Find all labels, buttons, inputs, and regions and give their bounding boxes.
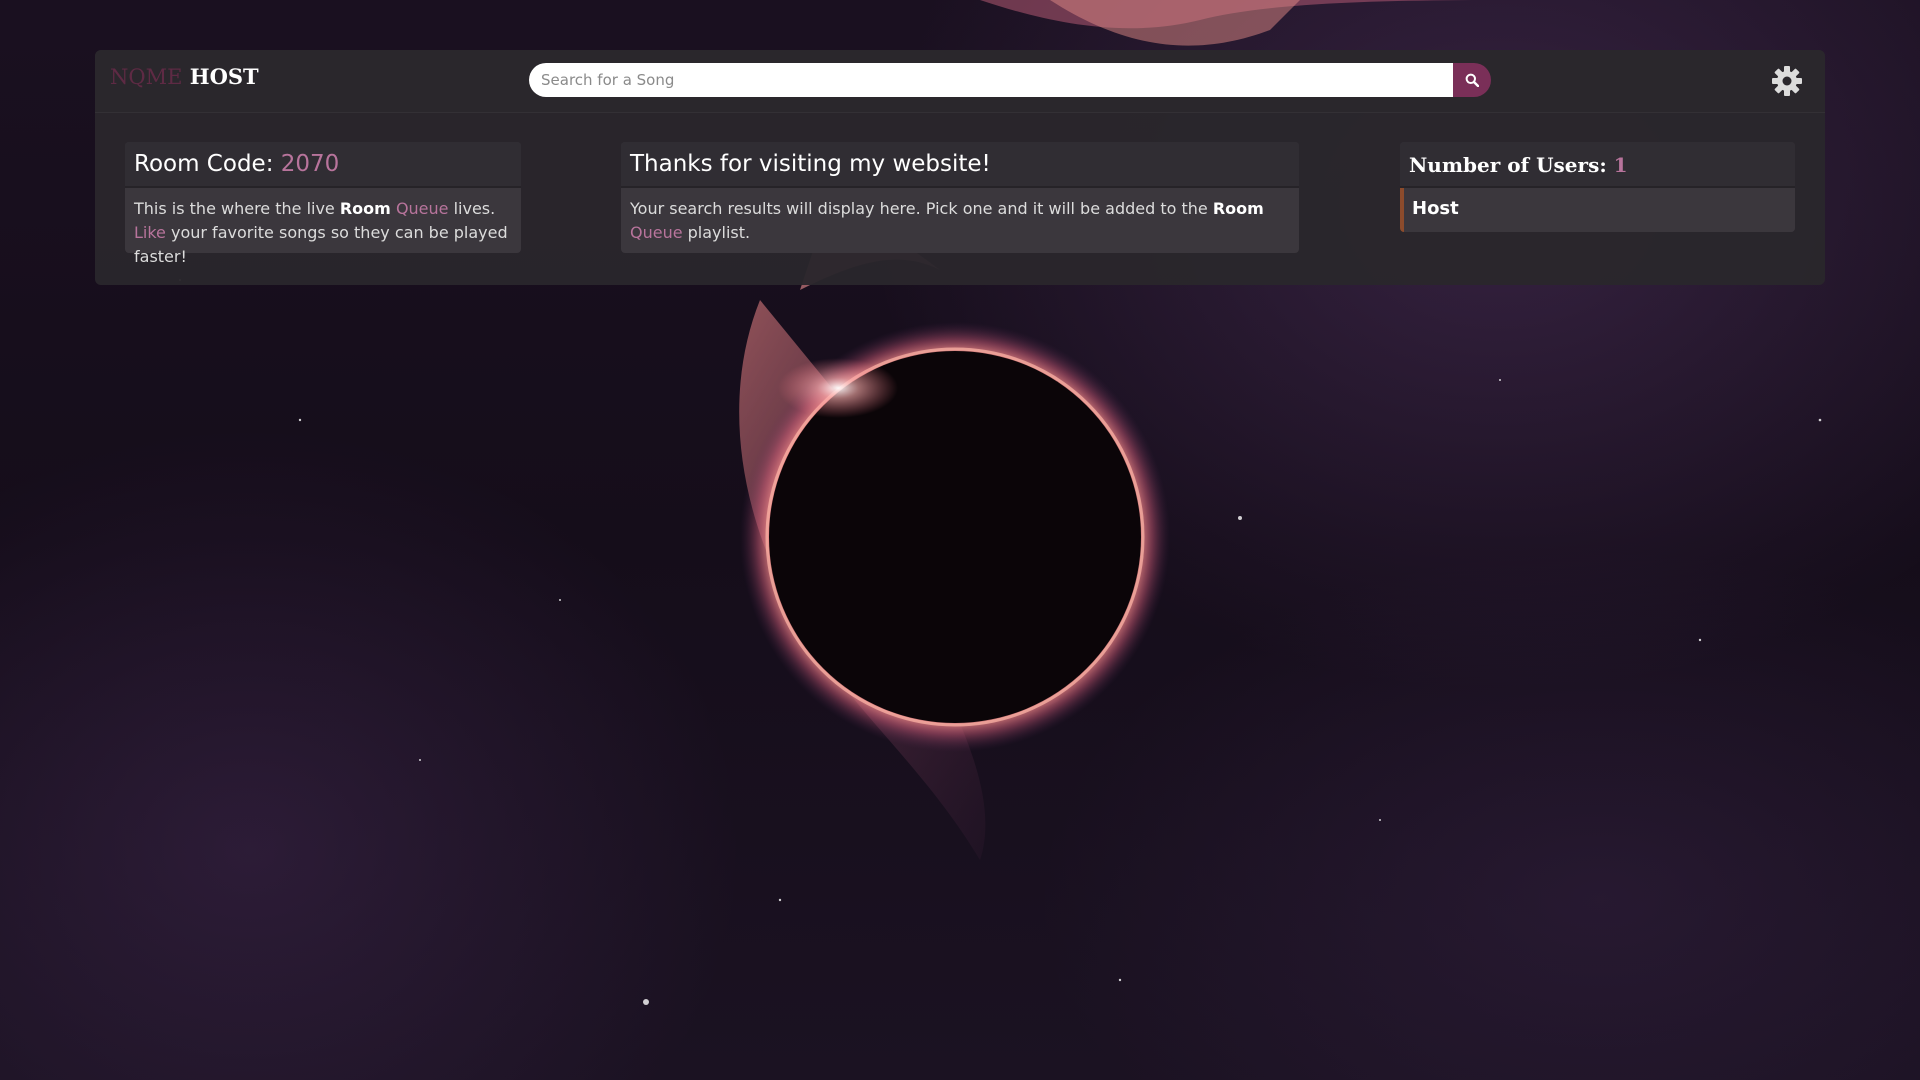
users-count-label: Number of Users: xyxy=(1409,153,1614,177)
room-body-text-2: lives. xyxy=(448,199,496,218)
top-bar: NQME HOST xyxy=(95,50,1825,113)
search-results-header: Thanks for visiting my website! xyxy=(621,142,1299,188)
search-results-body: Your search results will display here. P… xyxy=(630,197,1290,245)
search-bar xyxy=(529,63,1491,97)
room-body-room: Room xyxy=(339,199,391,218)
room-card-body: This is the where the live Room Queue li… xyxy=(134,197,512,269)
room-body-like: Like xyxy=(134,223,166,242)
room-card: Room Code: 2070 This is the where the li… xyxy=(125,142,521,266)
room-code-title: Room Code: 2070 xyxy=(134,151,339,177)
users-count-title: Number of Users: 1 xyxy=(1409,153,1628,177)
brand-part-1: NQME xyxy=(110,65,183,89)
brand-part-2: HOST xyxy=(189,64,259,89)
users-card-header: Number of Users: 1 xyxy=(1400,142,1795,188)
room-card-header: Room Code: 2070 xyxy=(125,142,521,188)
search-button[interactable] xyxy=(1453,63,1491,97)
info-body-text-2: playlist. xyxy=(682,223,751,242)
main-panel: NQME HOST Search for a Song Room Code: 2… xyxy=(95,50,1825,285)
users-card: Number of Users: 1 Host xyxy=(1400,142,1795,232)
room-code-value: 2070 xyxy=(280,151,340,177)
search-icon xyxy=(1465,73,1479,87)
brand-logo: NQME HOST xyxy=(110,64,259,89)
users-count-value: 1 xyxy=(1613,153,1628,177)
settings-button[interactable] xyxy=(1771,65,1803,97)
gear-icon xyxy=(1772,66,1802,96)
room-body-text-1: This is the where the live xyxy=(134,199,340,218)
search-results-title: Thanks for visiting my website! xyxy=(630,151,991,177)
info-body-room: Room xyxy=(1212,199,1264,218)
info-body-queue: Queue xyxy=(630,223,683,242)
info-body-text-1: Your search results will display here. P… xyxy=(630,199,1213,218)
room-body-queue: Queue xyxy=(395,199,449,218)
room-body-text-3: your favorite songs so they can be playe… xyxy=(134,223,508,266)
user-name: Host xyxy=(1412,198,1459,219)
search-results-card: Thanks for visiting my website! Your sea… xyxy=(621,142,1299,253)
user-list-item[interactable]: Host xyxy=(1400,188,1795,232)
room-code-label: Room Code: xyxy=(134,151,281,177)
search-input[interactable] xyxy=(529,63,1453,97)
